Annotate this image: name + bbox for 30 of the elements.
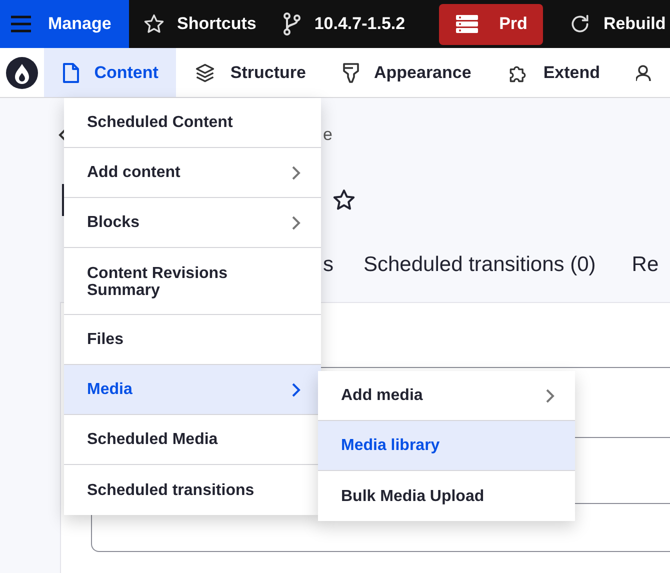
page-tab[interactable]: Re — [632, 253, 659, 277]
star-icon[interactable] — [332, 188, 356, 212]
version-button[interactable]: 10.4.7-1.5.2 — [282, 0, 406, 48]
people-icon — [636, 62, 652, 82]
menu-item[interactable]: Media library — [318, 421, 575, 471]
page-tab[interactable]: Scheduled transitions (0) — [364, 253, 596, 277]
menu-item[interactable]: Media — [64, 365, 321, 415]
environment-button[interactable]: Prd — [439, 4, 544, 44]
refresh-icon — [569, 13, 592, 35]
manage-button[interactable]: Manage — [0, 0, 129, 48]
server-icon — [455, 14, 480, 34]
brush-icon — [342, 62, 360, 84]
menu-item[interactable]: Add content — [64, 148, 321, 198]
layers-icon — [194, 62, 216, 84]
rebuild-button[interactable]: Rebuild — [569, 0, 666, 48]
shortcuts-button[interactable]: Shortcuts — [143, 0, 256, 48]
menu-item[interactable]: Scheduled Content — [64, 98, 321, 148]
menu-item[interactable]: Scheduled transitions — [64, 465, 321, 515]
breadcrumb-link[interactable]: e — [323, 125, 332, 145]
page-tab[interactable]: s — [323, 253, 334, 277]
menu-item[interactable]: Bulk Media Upload — [318, 471, 575, 521]
branch-icon — [282, 12, 302, 36]
menu-item[interactable]: Content Revisions Summary — [64, 248, 321, 315]
menu-icon — [10, 15, 32, 33]
back-caret-icon[interactable] — [58, 129, 66, 141]
nav-tab[interactable]: Content — [44, 48, 176, 97]
star-icon — [143, 13, 165, 35]
file-icon — [62, 62, 80, 84]
menu-item[interactable]: Blocks — [64, 198, 321, 248]
logo-icon[interactable] — [5, 56, 40, 90]
